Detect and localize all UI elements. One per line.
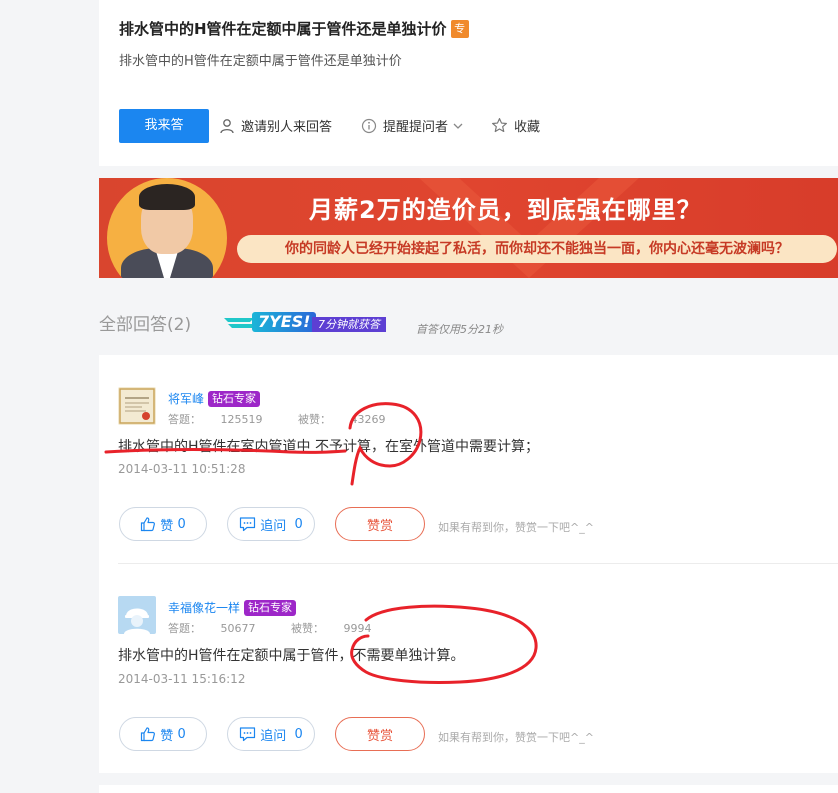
chat-icon bbox=[240, 517, 256, 532]
star-icon bbox=[492, 118, 507, 133]
answer-divider bbox=[118, 563, 838, 564]
invite-button[interactable]: 邀请别人来回答 bbox=[219, 116, 332, 135]
answers-card: 将军峰 钻石专家 答题： 125519 被赞： 43269 排水管中的H管件在室… bbox=[99, 355, 838, 773]
question-card: 排水管中的H管件在定额中属于管件还是单独计价 专 排水管中的H管件在定额中属于管… bbox=[99, 0, 838, 166]
like-label: 赞 bbox=[160, 728, 174, 744]
like-button[interactable]: 赞 0 bbox=[119, 717, 207, 751]
answer-content: 排水管中的H管件在室内管道中 不予计算，在室外管道中需要计算； bbox=[118, 439, 539, 455]
default-user-avatar-icon bbox=[118, 596, 156, 634]
like-count: 0 bbox=[177, 516, 186, 532]
favorite-label: 收藏 bbox=[514, 120, 541, 135]
follow-up-button[interactable]: 追问 0 bbox=[227, 507, 315, 541]
answerer-stats: 答题： 125519 被赞： 43269 bbox=[168, 411, 418, 427]
like-label: 赞 bbox=[160, 518, 174, 534]
likes-stat: 被赞： 43269 bbox=[298, 413, 402, 426]
avatar[interactable] bbox=[118, 596, 156, 634]
banner-headline: 月薪2万的造价员，到底强在哪里？ bbox=[309, 196, 702, 224]
thumbs-up-icon bbox=[141, 727, 156, 742]
like-button[interactable]: 赞 0 bbox=[119, 507, 207, 541]
like-count: 0 bbox=[177, 726, 186, 742]
likes-label: 被赞： bbox=[298, 413, 331, 426]
follow-up-count: 0 bbox=[294, 726, 303, 742]
likes-value: 43269 bbox=[350, 413, 386, 426]
answer-count-label: 答题： bbox=[168, 622, 201, 635]
expert-badge: 钻石专家 bbox=[208, 390, 261, 407]
chevron-down-icon bbox=[453, 123, 463, 129]
banner-portrait bbox=[107, 178, 227, 278]
likes-value: 9994 bbox=[343, 622, 372, 635]
reward-button[interactable]: 赞赏 bbox=[335, 717, 425, 751]
answerer-stats: 答题： 50677 被赞： 9994 bbox=[168, 620, 404, 636]
answer-count-stat: 答题： 50677 bbox=[168, 622, 272, 635]
question-description: 排水管中的H管件在定额中属于管件还是单独计价 bbox=[119, 54, 402, 69]
expert-tag-badge: 专 bbox=[450, 19, 469, 38]
speed-badge-tail: 7分钟就获答 bbox=[312, 317, 386, 332]
follow-up-count: 0 bbox=[294, 516, 303, 532]
first-answer-time: 首答仅用5分21秒 bbox=[416, 323, 503, 336]
answer-button[interactable]: 我来答 bbox=[119, 109, 209, 143]
answer-content: 排水管中的H管件在定额中属于管件，不需要单独计算。 bbox=[118, 648, 465, 664]
answerer-name[interactable]: 幸福像花一样 bbox=[168, 599, 240, 616]
likes-label: 被赞： bbox=[291, 622, 324, 635]
answer-count-value: 125519 bbox=[220, 413, 263, 426]
answer-time: 2014-03-11 10:51:28 bbox=[118, 462, 246, 476]
speed-badge-label: 7YES! bbox=[252, 312, 317, 332]
question-title: 排水管中的H管件在定额中属于管件还是单独计价 专 bbox=[119, 18, 469, 39]
invite-label: 邀请别人来回答 bbox=[241, 120, 333, 135]
reward-hint: 如果有帮到你，赞赏一下吧^_^ bbox=[438, 521, 594, 534]
reward-button[interactable]: 赞赏 bbox=[335, 507, 425, 541]
expert-badge: 钻石专家 bbox=[244, 599, 297, 616]
banner-subtext: 你的同龄人已经开始接起了私活，而你却还不能独当一面，你内心还毫无波澜吗？ bbox=[237, 235, 837, 263]
answerer-name-row: 幸福像花一样 钻石专家 bbox=[168, 599, 297, 616]
favorite-button[interactable]: 收藏 bbox=[491, 116, 540, 135]
speed-badge: 7YES! 7分钟就获答 bbox=[224, 312, 404, 334]
follow-up-label: 追问 bbox=[260, 518, 287, 534]
answer-count-label: 答题： bbox=[168, 413, 201, 426]
follow-up-button[interactable]: 追问 0 bbox=[227, 717, 315, 751]
ad-banner[interactable]: 月薪2万的造价员，到底强在哪里？ 你的同龄人已经开始接起了私活，而你却还不能独当… bbox=[99, 178, 838, 278]
follow-up-label: 追问 bbox=[260, 728, 287, 744]
info-icon bbox=[361, 118, 377, 133]
answer-count-stat: 答题： 125519 bbox=[168, 413, 279, 426]
remind-label: 提醒提问者 bbox=[383, 120, 449, 135]
chat-icon bbox=[240, 727, 256, 742]
certificate-avatar-icon bbox=[118, 387, 156, 425]
remind-button[interactable]: 提醒提问者 bbox=[361, 116, 464, 135]
answerer-name-row: 将军峰 钻石专家 bbox=[168, 390, 261, 407]
thumbs-up-icon bbox=[141, 517, 156, 532]
question-title-text: 排水管中的H管件在定额中属于管件还是单独计价 bbox=[119, 20, 447, 38]
likes-stat: 被赞： 9994 bbox=[291, 622, 388, 635]
avatar[interactable] bbox=[118, 387, 156, 425]
answer-time: 2014-03-11 15:16:12 bbox=[118, 672, 246, 686]
answer-count-value: 50677 bbox=[220, 622, 256, 635]
person-icon bbox=[220, 118, 234, 133]
answers-count-heading: 全部回答(2) bbox=[99, 315, 192, 335]
reward-hint: 如果有帮到你，赞赏一下吧^_^ bbox=[438, 731, 594, 744]
next-card-edge bbox=[99, 785, 838, 793]
answerer-name[interactable]: 将军峰 bbox=[168, 390, 204, 407]
portrait-hair bbox=[139, 184, 195, 210]
